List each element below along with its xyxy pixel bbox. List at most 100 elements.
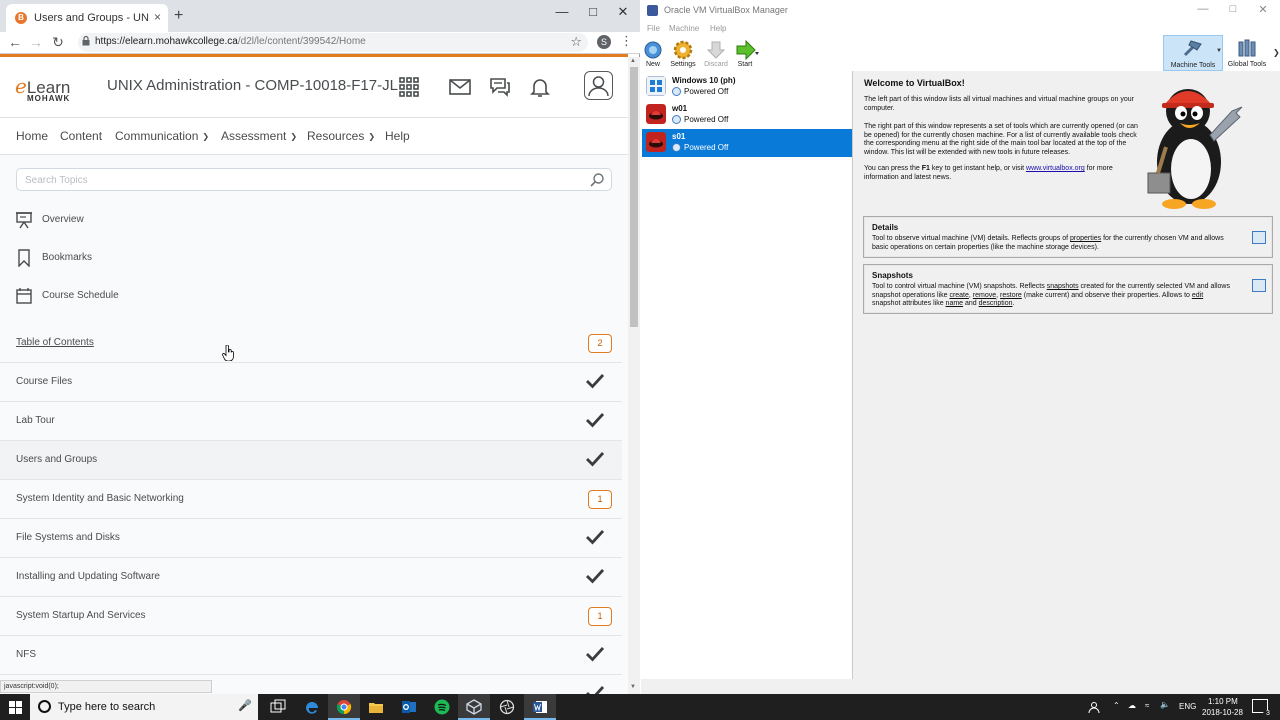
scrollbar-thumb[interactable] xyxy=(630,67,638,327)
people-icon[interactable] xyxy=(1088,701,1100,713)
toc-row[interactable]: NFS xyxy=(0,636,622,675)
edge-taskbar-button[interactable] xyxy=(296,694,328,720)
media-taskbar-button[interactable] xyxy=(491,694,523,720)
new-vm-button[interactable]: New xyxy=(637,37,669,71)
toc-label[interactable]: NFS xyxy=(16,649,36,660)
toc-row[interactable]: System Identity and Basic Networking 1 xyxy=(0,480,622,519)
global-tools-button[interactable]: Global Tools xyxy=(1225,35,1269,71)
nav-home[interactable]: Home xyxy=(16,129,48,143)
description-link[interactable]: description xyxy=(979,300,1013,307)
toc-label[interactable]: File Systems and Disks xyxy=(16,532,120,543)
reload-icon[interactable]: ↻ xyxy=(49,34,67,51)
wifi-icon[interactable]: ≈ xyxy=(1145,701,1149,710)
snapshots-link[interactable]: snapshots xyxy=(1047,283,1079,290)
create-link[interactable]: create xyxy=(949,292,968,299)
close-tab-icon[interactable]: × xyxy=(154,10,161,24)
back-icon[interactable]: ← xyxy=(6,34,24,50)
clock-time[interactable]: 1:10 PM xyxy=(1208,697,1238,706)
discussions-icon[interactable] xyxy=(488,75,512,99)
forward-icon[interactable]: → xyxy=(27,34,45,50)
search-input[interactable] xyxy=(25,172,575,188)
profile-avatar[interactable]: S xyxy=(597,35,611,49)
new-tab-button[interactable]: + xyxy=(174,8,183,24)
cloud-icon[interactable]: ☁ xyxy=(1128,701,1136,710)
browser-tab[interactable]: B Users and Groups - UNIX Admin × xyxy=(6,4,168,32)
microphone-icon[interactable]: 🎤 xyxy=(238,699,252,712)
tray-overflow-icon[interactable]: ⌃ xyxy=(1113,701,1120,710)
search-icon[interactable] xyxy=(589,172,605,188)
address-bar[interactable]: https://elearn.mohawkcollege.ca/d2l/le/c… xyxy=(78,33,588,52)
outlook-taskbar-button[interactable] xyxy=(393,694,425,720)
mail-icon[interactable] xyxy=(448,75,472,99)
edit-link[interactable]: edit xyxy=(1192,292,1203,299)
details-tool-box[interactable]: Details Tool to observe virtual machine … xyxy=(863,216,1273,258)
search-topics-field[interactable] xyxy=(16,168,612,191)
toc-row-table-of-contents[interactable]: Table of Contents 2 xyxy=(0,324,622,363)
maximize-icon[interactable]: □ xyxy=(1223,3,1243,15)
menu-machine[interactable]: Machine xyxy=(669,24,699,33)
taskbar-search-box[interactable]: Type here to search 🎤 xyxy=(30,694,258,720)
details-tool-icon[interactable] xyxy=(1252,231,1266,244)
scroll-up-icon[interactable]: ▲ xyxy=(630,58,636,64)
elearn-logo[interactable]: eLearn MOHAWK xyxy=(15,74,85,103)
settings-button[interactable]: Settings xyxy=(667,37,699,71)
dropdown-arrow-icon[interactable]: ▼ xyxy=(1216,48,1222,54)
virtualbox-taskbar-button[interactable] xyxy=(458,694,490,720)
toc-label[interactable]: System Identity and Basic Networking xyxy=(16,493,184,504)
bookmark-star-icon[interactable]: ☆ xyxy=(570,34,582,50)
minimize-icon[interactable]: — xyxy=(547,4,577,19)
toc-row[interactable]: System Startup And Services 1 xyxy=(0,597,622,636)
close-window-icon[interactable]: ✕ xyxy=(608,4,638,20)
nav-resources[interactable]: Resources ❯ xyxy=(307,129,375,143)
nav-content[interactable]: Content xyxy=(60,129,102,143)
toc-label[interactable]: Lab Tour xyxy=(16,415,55,426)
toc-label[interactable]: System Startup And Services xyxy=(16,610,146,621)
task-view-button[interactable] xyxy=(262,694,294,720)
menu-help[interactable]: Help xyxy=(710,24,726,33)
name-link[interactable]: name xyxy=(946,300,964,307)
course-title[interactable]: UNIX Administration - COMP-10018-F17-JL xyxy=(107,77,398,94)
minimize-icon[interactable]: — xyxy=(1193,3,1213,15)
restore-link[interactable]: restore xyxy=(1000,292,1022,299)
nav-assessment[interactable]: Assessment ❯ xyxy=(221,129,297,143)
toc-label[interactable]: Course Files xyxy=(16,376,72,387)
toc-row-active[interactable]: Users and Groups xyxy=(0,441,622,480)
start-button[interactable]: Start xyxy=(729,37,761,71)
snapshots-tool-box[interactable]: Snapshots Tool to control virtual machin… xyxy=(863,264,1273,314)
remove-link[interactable]: remove xyxy=(973,292,996,299)
action-center-icon[interactable]: 3 xyxy=(1252,699,1273,717)
file-explorer-taskbar-button[interactable] xyxy=(360,694,392,720)
user-profile-button[interactable] xyxy=(584,71,613,100)
maximize-icon[interactable]: □ xyxy=(578,4,608,19)
discard-button[interactable]: Discard xyxy=(700,37,732,71)
snapshots-tool-icon[interactable] xyxy=(1252,279,1266,292)
toc-row[interactable]: Installing and Updating Software xyxy=(0,558,622,597)
toolbar-overflow-icon[interactable]: ❯ xyxy=(1273,48,1280,57)
vm-item-s01-selected[interactable]: s01 Powered Off xyxy=(642,129,852,157)
word-taskbar-button[interactable] xyxy=(524,694,556,720)
menu-file[interactable]: File xyxy=(647,24,660,33)
toc-label[interactable]: Installing and Updating Software xyxy=(16,571,160,582)
vm-item-windows10[interactable]: Windows 10 (ph) Powered Off xyxy=(642,73,852,101)
toc-row[interactable]: Lab Tour xyxy=(0,402,622,441)
apps-grid-icon[interactable] xyxy=(397,75,421,99)
details-properties-link[interactable]: properties xyxy=(1070,235,1101,242)
nav-help[interactable]: Help xyxy=(385,129,410,143)
chrome-taskbar-button[interactable] xyxy=(328,694,360,720)
nav-communication[interactable]: Communication ❯ xyxy=(115,129,209,143)
toc-row[interactable]: Course Files xyxy=(0,363,622,402)
volume-icon[interactable]: 🔈 xyxy=(1160,700,1170,709)
page-scrollbar[interactable]: ▲ ▼ xyxy=(628,57,640,694)
language-indicator[interactable]: ENG xyxy=(1179,702,1196,711)
close-window-icon[interactable]: ✕ xyxy=(1253,3,1273,16)
clock-date[interactable]: 2018-10-28 xyxy=(1202,708,1243,717)
spotify-taskbar-button[interactable] xyxy=(426,694,458,720)
machine-tools-button[interactable]: Machine Tools ▼ xyxy=(1163,35,1223,71)
toc-label[interactable]: Table of Contents xyxy=(16,337,94,348)
vm-item-w01[interactable]: w01 Powered Off xyxy=(642,101,852,129)
windows-start-icon[interactable] xyxy=(9,701,22,714)
scroll-down-icon[interactable]: ▼ xyxy=(630,684,636,690)
menu-kebab-icon[interactable]: ⋮ xyxy=(620,33,633,49)
notifications-bell-icon[interactable] xyxy=(528,75,552,99)
toc-label[interactable]: Users and Groups xyxy=(16,454,97,465)
